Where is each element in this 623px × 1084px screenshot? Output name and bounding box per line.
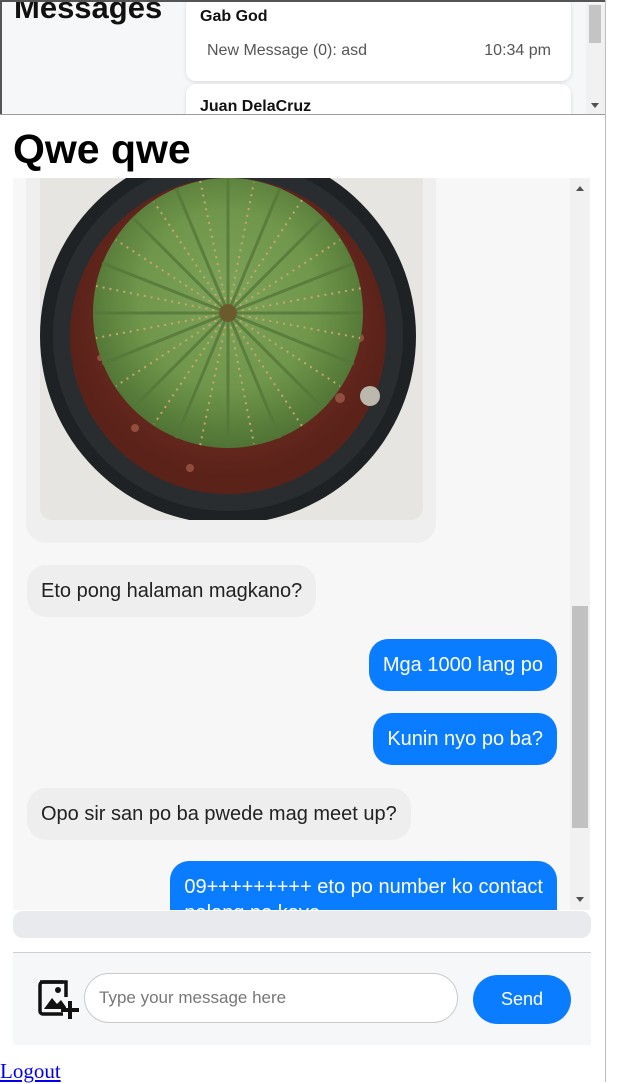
message-line: nalang po kayo [184,900,543,910]
conversations-panel: Messages Gab God New Message (0): asd 10… [0,0,605,114]
scrollbar-thumb[interactable] [572,606,588,828]
chat-title: Qwe qwe [13,126,191,172]
cactus-image [40,178,423,520]
typing-indicator-bar [13,911,591,938]
window-edge [605,0,606,1082]
scroll-down-arrow-icon[interactable] [591,103,599,108]
add-photo-icon[interactable] [36,977,80,1021]
conversation-item-gab-god[interactable]: Gab God New Message (0): asd 10:34 pm [186,2,571,81]
message-composer: Send [13,953,591,1045]
conversation-item-juan-delacruz[interactable]: Juan DelaCruz [186,84,571,114]
incoming-image-message[interactable] [26,178,436,543]
send-button[interactable]: Send [473,975,571,1024]
scroll-down-arrow-icon[interactable] [576,897,584,902]
conversations-scrollbar[interactable] [586,4,605,114]
messages-heading: Messages [14,0,163,25]
scrollbar-thumb[interactable] [589,5,601,43]
outgoing-message[interactable]: Kunin nyo po ba? [373,713,557,765]
message-line: 09+++++++++ eto po number ko contact [184,876,543,898]
outgoing-message[interactable]: Mga 1000 lang po [368,639,557,691]
logout-link[interactable]: Logout [0,1059,61,1084]
scroll-up-arrow-icon[interactable] [576,186,584,191]
conversation-time: 10:34 pm [484,42,551,59]
cactus-photo[interactable] [40,178,423,520]
message-scrollbar[interactable] [570,178,590,910]
message-input[interactable] [84,973,458,1023]
divider [0,114,605,115]
incoming-message[interactable]: Eto pong halaman magkano? [27,565,317,617]
conversation-name: Gab God [200,8,268,25]
message-list[interactable]: Eto pong halaman magkano? Mga 1000 lang … [13,178,590,910]
incoming-message[interactable]: Opo sir san po ba pwede mag meet up? [27,788,411,840]
conversation-name: Juan DelaCruz [200,98,312,114]
outgoing-message[interactable]: 09+++++++++ eto po number ko contact nal… [170,861,557,910]
conversation-preview: New Message (0): asd [207,42,368,59]
